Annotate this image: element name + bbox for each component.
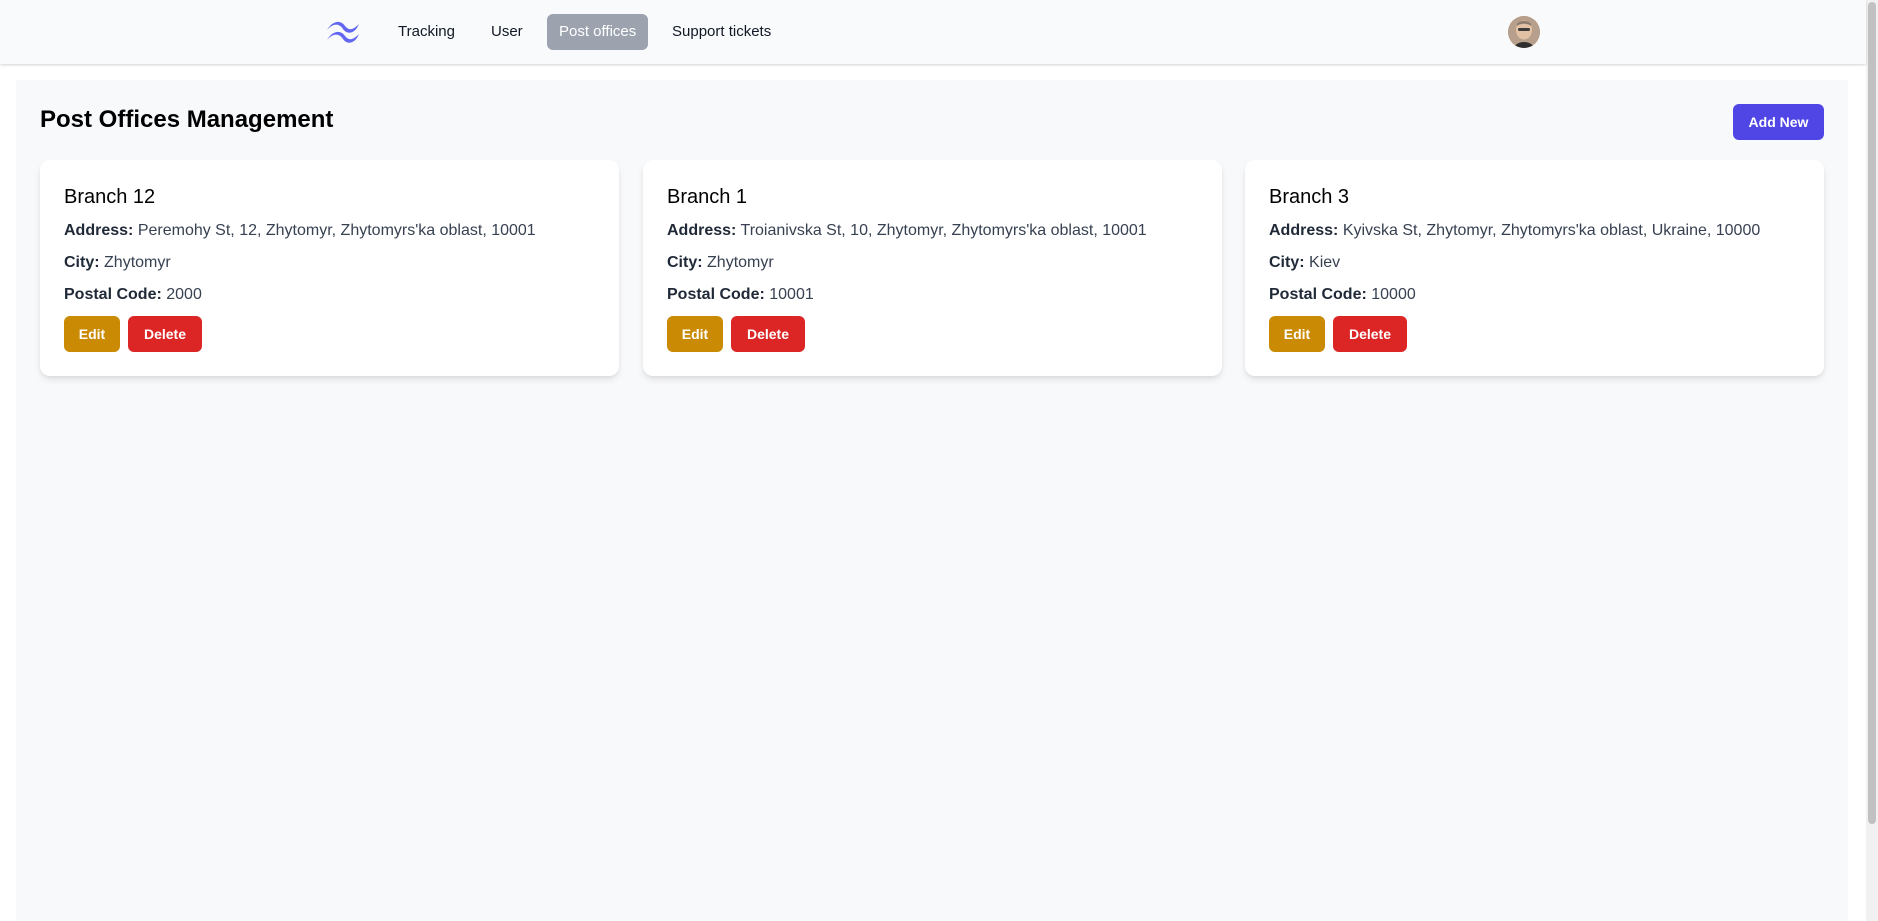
delete-button[interactable]: Delete — [731, 316, 805, 352]
add-new-button[interactable]: Add New — [1733, 104, 1824, 140]
user-avatar[interactable] — [1508, 16, 1540, 48]
delete-button[interactable]: Delete — [128, 316, 202, 352]
scrollbar-thumb[interactable] — [1868, 2, 1876, 824]
address-field: Address: Peremohy St, 12, Zhytomyr, Zhyt… — [64, 222, 536, 240]
postal-code-value: 10000 — [1371, 286, 1416, 303]
delete-button[interactable]: Delete — [1333, 316, 1407, 352]
city-field: City: Kiev — [1269, 254, 1340, 272]
tailwind-logo-icon[interactable] — [323, 18, 363, 46]
postal-code-value: 2000 — [166, 286, 202, 303]
post-office-card: Branch 3 Address: Kyivska St, Zhytomyr, … — [1245, 160, 1824, 376]
city-label: City: — [64, 254, 100, 271]
edit-button[interactable]: Edit — [64, 316, 120, 352]
city-label: City: — [667, 254, 703, 271]
postal-code-field: Postal Code: 10001 — [667, 286, 814, 304]
address-value: Troianivska St, 10, Zhytomyr, Zhytomyrs'… — [740, 222, 1147, 239]
address-field: Address: Troianivska St, 10, Zhytomyr, Z… — [667, 222, 1147, 240]
postal-code-label: Postal Code: — [64, 286, 162, 303]
postal-code-value: 10001 — [769, 286, 814, 303]
address-label: Address: — [667, 222, 737, 239]
post-office-card: Branch 1 Address: Troianivska St, 10, Zh… — [643, 160, 1222, 376]
address-value: Peremohy St, 12, Zhytomyr, Zhytomyrs'ka … — [137, 222, 536, 239]
address-label: Address: — [64, 222, 134, 239]
card-title: Branch 3 — [1269, 186, 1350, 208]
postal-code-field: Postal Code: 10000 — [1269, 286, 1416, 304]
city-field: City: Zhytomyr — [667, 254, 774, 272]
address-label: Address: — [1269, 222, 1339, 239]
nav-user[interactable]: User — [479, 14, 535, 50]
edit-button[interactable]: Edit — [667, 316, 723, 352]
city-value: Kiev — [1309, 254, 1341, 271]
city-value: Zhytomyr — [104, 254, 171, 271]
nav-tracking[interactable]: Tracking — [386, 14, 467, 50]
vertical-scrollbar[interactable] — [1866, 0, 1878, 921]
main-content: Post Offices Management Add New Branch 1… — [16, 80, 1848, 921]
address-value: Kyivska St, Zhytomyr, Zhytomyrs'ka oblas… — [1342, 222, 1761, 239]
card-title: Branch 12 — [64, 186, 156, 208]
city-value: Zhytomyr — [707, 254, 774, 271]
postal-code-label: Postal Code: — [667, 286, 765, 303]
edit-button[interactable]: Edit — [1269, 316, 1325, 352]
top-navbar: Tracking User Post offices Support ticke… — [0, 0, 1866, 64]
postal-code-label: Postal Code: — [1269, 286, 1367, 303]
post-office-card: Branch 12 Address: Peremohy St, 12, Zhyt… — [40, 160, 619, 376]
nav-support-tickets[interactable]: Support tickets — [660, 14, 783, 50]
city-field: City: Zhytomyr — [64, 254, 171, 272]
card-title: Branch 1 — [667, 186, 748, 208]
city-label: City: — [1269, 254, 1305, 271]
postal-code-field: Postal Code: 2000 — [64, 286, 202, 304]
avatar-image — [1508, 16, 1540, 48]
address-field: Address: Kyivska St, Zhytomyr, Zhytomyrs… — [1269, 222, 1760, 240]
page-title: Post Offices Management — [40, 106, 334, 133]
nav-post-offices[interactable]: Post offices — [547, 14, 649, 50]
